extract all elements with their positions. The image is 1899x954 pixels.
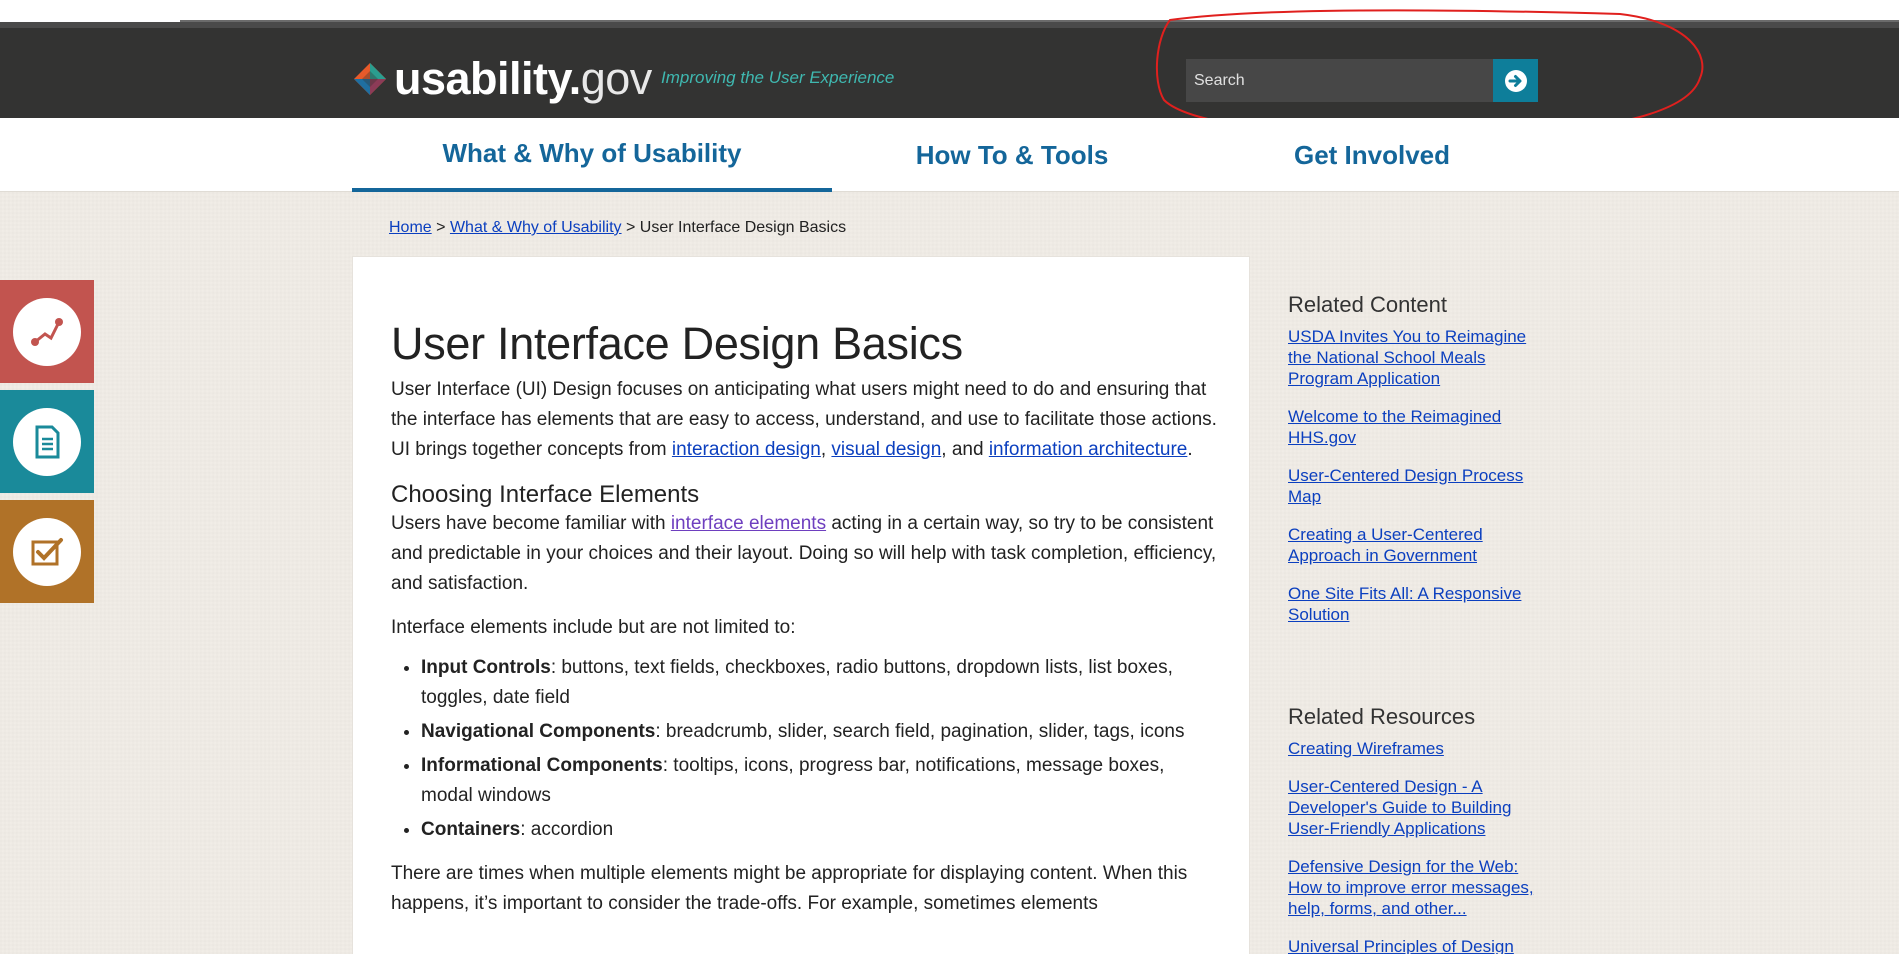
list-item: Containers: accordion bbox=[421, 815, 1221, 845]
choose-paragraph: Users have become familiar with interfac… bbox=[391, 509, 1221, 599]
sidebar: Related Content USDA Invites You to Reim… bbox=[1288, 292, 1588, 954]
side-document-button[interactable] bbox=[0, 390, 94, 493]
document-icon bbox=[35, 425, 60, 458]
related-resource-link[interactable]: Universal Principles of Design bbox=[1288, 936, 1548, 954]
list-intro: Interface elements include but are not l… bbox=[391, 617, 796, 639]
page-title: User Interface Design Basics bbox=[391, 318, 963, 369]
icon-circle bbox=[13, 517, 81, 586]
related-content-link[interactable]: Welcome to the Reimagined HHS.gov bbox=[1288, 406, 1548, 448]
browser-top-strip bbox=[0, 0, 1899, 22]
breadcrumb-current: User Interface Design Basics bbox=[639, 219, 847, 236]
related-resource-link[interactable]: Creating Wireframes bbox=[1288, 738, 1548, 759]
list-item: Informational Components: tooltips, icon… bbox=[421, 751, 1221, 811]
list-desc: : breadcrumb, slider, search field, pagi… bbox=[655, 721, 1185, 743]
list-item: Input Controls: buttons, text fields, ch… bbox=[421, 653, 1221, 713]
related-resources: Related Resources Creating Wireframes Us… bbox=[1288, 704, 1588, 954]
site-logo[interactable]: usability.gov bbox=[352, 53, 652, 105]
nav-get-involved[interactable]: Get Involved bbox=[1192, 118, 1552, 192]
breadcrumb-separator: > bbox=[626, 219, 636, 236]
side-checklist-button[interactable] bbox=[0, 500, 94, 603]
related-content-link[interactable]: One Site Fits All: A Responsive Solution bbox=[1288, 583, 1548, 625]
side-route-button[interactable] bbox=[0, 280, 94, 383]
site-header: usability.gov Improving the User Experie… bbox=[0, 22, 1899, 118]
link-interaction-design[interactable]: interaction design bbox=[672, 439, 821, 460]
article-body: User Interface Design Basics User Interf… bbox=[391, 319, 1221, 919]
intro-end: . bbox=[1187, 438, 1193, 460]
related-content-link[interactable]: USDA Invites You to Reimagine the Nation… bbox=[1288, 326, 1548, 389]
intro-separator: , and bbox=[941, 438, 989, 460]
list-item: Navigational Components: breadcrumb, sli… bbox=[421, 717, 1221, 747]
breadcrumb: Home > What & Why of Usability > User In… bbox=[389, 219, 846, 237]
list-term: Containers bbox=[421, 819, 521, 841]
intro-paragraph: User Interface (UI) Design focuses on an… bbox=[391, 375, 1221, 465]
nav-what-why-usability[interactable]: What & Why of Usability bbox=[352, 118, 832, 192]
related-content: Related Content USDA Invites You to Reim… bbox=[1288, 292, 1588, 625]
related-content-links: USDA Invites You to Reimagine the Nation… bbox=[1288, 326, 1588, 625]
interface-elements-list: Input Controls: buttons, text fields, ch… bbox=[391, 653, 1221, 845]
arrow-right-circle-icon bbox=[1504, 69, 1527, 92]
logo-main: usability. bbox=[394, 53, 581, 104]
list-desc: : accordion bbox=[520, 819, 614, 841]
breadcrumb-section[interactable]: What & Why of Usability bbox=[450, 219, 622, 236]
intro-separator: , bbox=[820, 438, 832, 460]
icon-circle bbox=[13, 297, 81, 366]
link-interface-elements[interactable]: interface elements bbox=[671, 513, 826, 534]
related-content-link[interactable]: Creating a User-Centered Approach in Gov… bbox=[1288, 524, 1548, 566]
icon-circle bbox=[13, 407, 81, 476]
site-tagline: Improving the User Experience bbox=[661, 68, 895, 87]
search-box bbox=[1186, 59, 1538, 102]
search-input[interactable] bbox=[1186, 59, 1493, 102]
related-resource-link[interactable]: Defensive Design for the Web: How to imp… bbox=[1288, 856, 1548, 919]
link-visual-design[interactable]: visual design bbox=[831, 439, 941, 460]
list-term: Navigational Components bbox=[421, 721, 656, 743]
list-term: Input Controls bbox=[421, 657, 551, 679]
related-content-link[interactable]: User-Centered Design Process Map bbox=[1288, 465, 1548, 507]
logo-text: usability.gov bbox=[394, 53, 652, 105]
related-resources-links: Creating Wireframes User-Centered Design… bbox=[1288, 738, 1588, 954]
breadcrumb-home[interactable]: Home bbox=[389, 219, 432, 236]
logo-gov: gov bbox=[580, 53, 653, 104]
logo-diamond-icon bbox=[354, 63, 386, 95]
related-resource-link[interactable]: User-Centered Design - A Developer's Gui… bbox=[1288, 776, 1548, 839]
list-term: Informational Components bbox=[421, 755, 663, 777]
nav-how-to-tools[interactable]: How To & Tools bbox=[832, 118, 1192, 192]
checklist-icon bbox=[31, 537, 63, 565]
search-button[interactable] bbox=[1493, 59, 1538, 102]
choose-text: Users have become familiar with bbox=[391, 513, 671, 535]
main-nav: What & Why of Usability How To & Tools G… bbox=[0, 118, 1899, 192]
article-card: User Interface Design Basics User Interf… bbox=[352, 256, 1250, 954]
related-resources-heading: Related Resources bbox=[1288, 704, 1476, 729]
closing-paragraph: There are times when multiple elements m… bbox=[391, 863, 1188, 915]
section-heading: Choosing Interface Elements bbox=[391, 480, 700, 508]
route-icon bbox=[31, 317, 63, 346]
related-content-heading: Related Content bbox=[1288, 292, 1447, 317]
breadcrumb-separator: > bbox=[436, 219, 446, 236]
link-information-architecture[interactable]: information architecture bbox=[989, 439, 1188, 460]
side-icon-bar bbox=[0, 280, 94, 610]
